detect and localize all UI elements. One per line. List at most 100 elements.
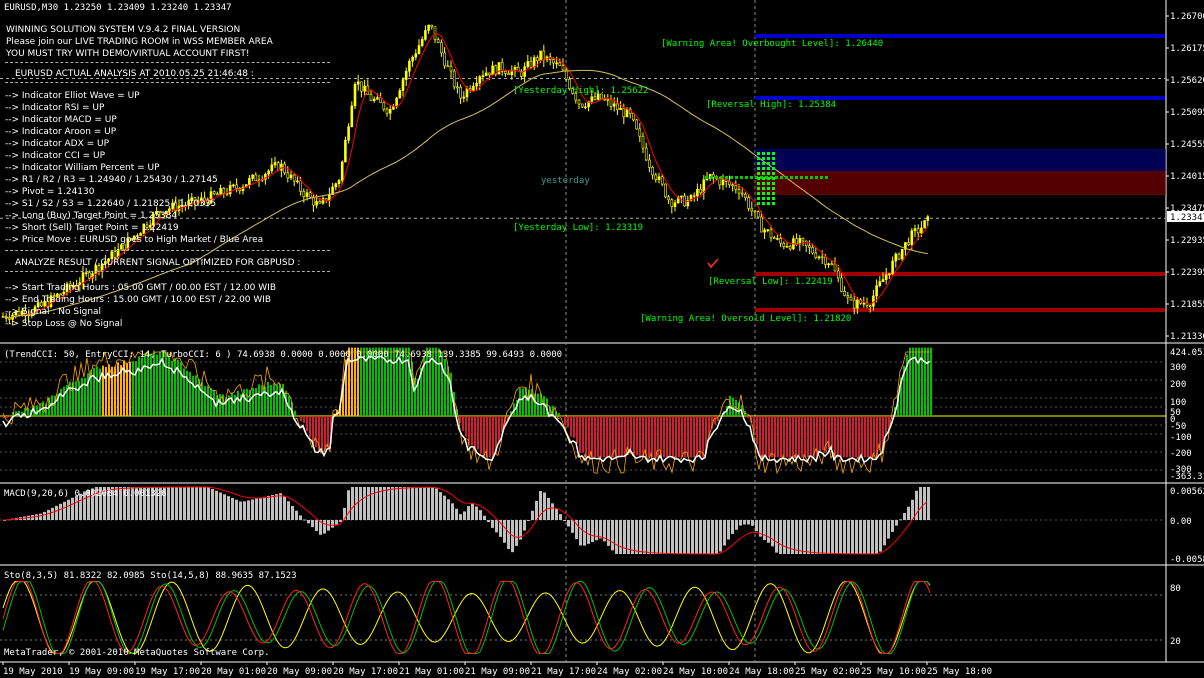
cci-bar [522, 388, 524, 416]
macd-bar [171, 487, 174, 520]
candle-body [308, 192, 312, 198]
overlay-line: --> Signal : No Signal [5, 307, 102, 317]
candle-body [820, 256, 824, 259]
macd-bar [631, 520, 634, 554]
candle-body [430, 24, 434, 28]
macd-bar [259, 497, 262, 520]
candle-body [462, 96, 466, 99]
cci-bar [153, 350, 155, 416]
macd-bar [663, 520, 666, 554]
overlay-line: --> Start Trading Hours : 05.00 GMT / 00… [5, 283, 276, 293]
cci-bar [576, 416, 578, 444]
macd-bar [743, 520, 746, 525]
macd-bar [43, 511, 46, 520]
cci-bar [858, 416, 860, 458]
macd-bar [711, 520, 714, 554]
cci-bar [567, 416, 569, 428]
candle-body [603, 98, 606, 101]
macd-bar [419, 487, 422, 520]
macd-bar [347, 490, 350, 520]
label-yesterday: yesterday [541, 176, 590, 186]
candle-body [504, 70, 507, 74]
cci-bar [279, 383, 281, 416]
candle-body [673, 202, 677, 207]
candle-body [248, 178, 251, 185]
signal-dot [772, 187, 775, 190]
candle-body [475, 82, 478, 87]
signal-dot [772, 152, 775, 155]
cci-bar [798, 416, 800, 458]
candle-body [734, 185, 738, 190]
cci-bar [768, 416, 770, 458]
metatrader-chart-window[interactable]: [Warning Area! Overbought Level]: 1.2644… [0, 0, 1204, 678]
cci-bar [780, 416, 782, 458]
cci-bar [930, 347, 932, 416]
signal-dot [735, 176, 738, 179]
candle-body [350, 105, 354, 127]
cci-bar [597, 416, 599, 458]
macd-bar [731, 520, 734, 534]
candle-body [779, 238, 782, 244]
cci-bar [261, 385, 263, 416]
cci-bar [747, 416, 749, 418]
cci-bar [606, 416, 608, 458]
macd-bar [883, 520, 886, 546]
cci-bar [669, 416, 671, 458]
macd-bar [667, 520, 670, 554]
macd-bar [559, 514, 562, 520]
cci-bar [78, 381, 80, 416]
cci-bar [600, 416, 602, 458]
candle-body [900, 249, 904, 260]
time-axis-label: 21 May 17:00 [531, 667, 596, 677]
macd-bar [543, 492, 546, 520]
cci-bar [132, 361, 134, 416]
macd-bar [835, 520, 838, 554]
macd-bar [363, 487, 366, 520]
macd-bar [383, 487, 386, 520]
cci-bar [270, 385, 272, 416]
macd-bar [719, 520, 722, 552]
macd-bar [615, 520, 618, 554]
candle-body [756, 211, 760, 218]
macd-bar [847, 520, 850, 554]
candle-body [804, 240, 808, 246]
signal-dot [772, 202, 775, 205]
candle-body [84, 272, 88, 275]
candle-body [657, 176, 661, 180]
cci-bar [294, 410, 296, 416]
time-axis-label: 19 May 09:00 [69, 667, 134, 677]
cci-bar [492, 416, 494, 458]
cci-bar [633, 416, 635, 456]
macd-bar [839, 520, 842, 554]
macd-axis-label: 0.00562 [1170, 487, 1204, 497]
cci-axis-label: -50 [1170, 422, 1186, 432]
macd-bar [307, 520, 310, 524]
candle-body [424, 30, 427, 40]
cci-bar [81, 377, 83, 416]
macd-bar [219, 492, 222, 520]
candle-body [369, 94, 373, 101]
candle-body [843, 290, 846, 296]
candle-body [337, 180, 341, 184]
macd-bar [699, 520, 702, 554]
macd-bar [427, 487, 430, 520]
cci-bar [141, 357, 143, 416]
signal-dot [772, 192, 775, 195]
cci-bar [690, 416, 692, 458]
cci-bar [306, 416, 308, 432]
macd-bar [727, 520, 730, 540]
macd-bar [531, 510, 534, 520]
chart-canvas[interactable]: [Warning Area! Overbought Level]: 1.2644… [0, 0, 1204, 678]
candle-body [830, 263, 834, 266]
cci-bar [174, 358, 176, 416]
overbought-band [755, 34, 1165, 38]
cci-bar [69, 381, 71, 416]
candle-body [542, 50, 546, 61]
cci-bar [927, 347, 929, 416]
macd-bar [459, 514, 462, 520]
cci-bar [807, 416, 809, 458]
candle-body [552, 59, 555, 64]
candle-body [526, 61, 530, 67]
candle-body [811, 247, 814, 254]
overlay-line: --> Indicator MACD = UP [5, 115, 117, 125]
